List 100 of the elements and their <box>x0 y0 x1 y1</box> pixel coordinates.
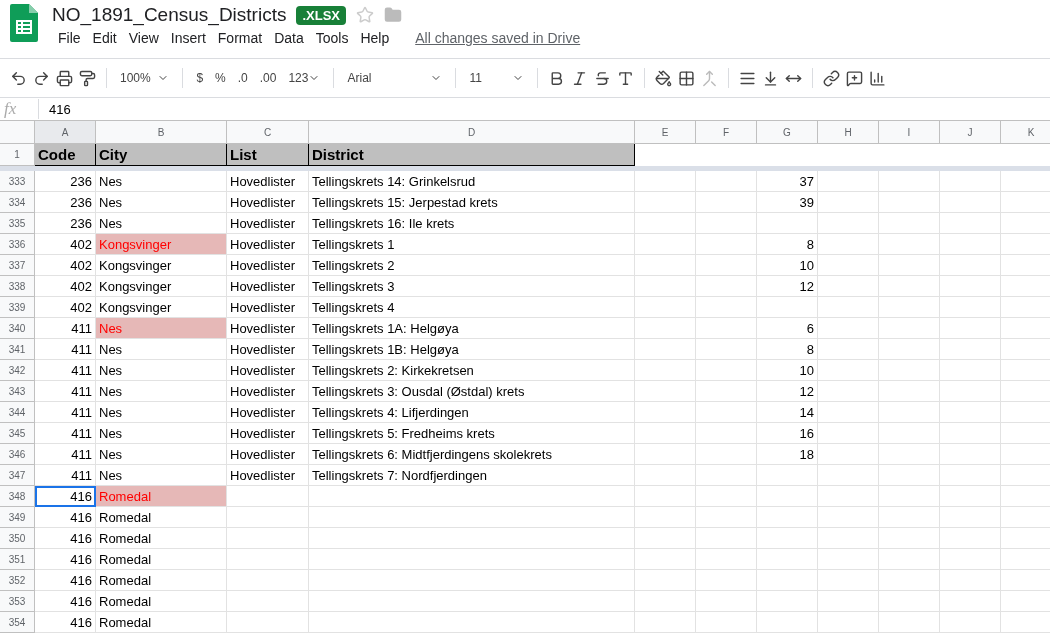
empty-cell[interactable] <box>940 486 1001 507</box>
borders-icon[interactable] <box>678 69 696 87</box>
empty-cell[interactable] <box>818 570 879 591</box>
empty-cell[interactable] <box>879 549 940 570</box>
empty-cell[interactable] <box>757 465 818 486</box>
table-cell[interactable]: Tellingskrets 1B: Helgøya <box>309 339 635 360</box>
merge-icon[interactable] <box>701 69 719 87</box>
row-header[interactable]: 352 <box>0 570 35 591</box>
empty-cell[interactable] <box>227 507 309 528</box>
empty-cell[interactable] <box>940 570 1001 591</box>
table-cell[interactable]: Tellingskrets 1 <box>309 234 635 255</box>
table-cell[interactable]: Nes <box>96 423 227 444</box>
table-cell[interactable]: Tellingskrets 7: Nordfjerdingen <box>309 465 635 486</box>
empty-cell[interactable] <box>818 255 879 276</box>
empty-cell[interactable] <box>940 423 1001 444</box>
table-cell[interactable]: 12 <box>757 276 818 297</box>
row-header[interactable]: 341 <box>0 339 35 360</box>
empty-cell[interactable] <box>940 297 1001 318</box>
empty-cell[interactable] <box>879 192 940 213</box>
empty-cell[interactable] <box>227 612 309 633</box>
empty-cell[interactable] <box>940 444 1001 465</box>
header-cell[interactable]: District <box>309 144 635 166</box>
empty-cell[interactable] <box>818 423 879 444</box>
row-header[interactable]: 338 <box>0 276 35 297</box>
table-cell[interactable]: 416 <box>35 570 96 591</box>
row-header[interactable]: 350 <box>0 528 35 549</box>
empty-cell[interactable] <box>757 507 818 528</box>
empty-cell[interactable] <box>879 444 940 465</box>
table-cell[interactable]: 411 <box>35 381 96 402</box>
empty-cell[interactable] <box>879 234 940 255</box>
corner-cell[interactable] <box>0 121 35 144</box>
empty-cell[interactable] <box>818 507 879 528</box>
empty-cell[interactable] <box>696 402 757 423</box>
empty-cell[interactable] <box>635 297 696 318</box>
table-cell[interactable]: Romedal <box>96 570 227 591</box>
empty-cell[interactable] <box>696 276 757 297</box>
empty-cell[interactable] <box>818 318 879 339</box>
undo-icon[interactable] <box>10 69 27 87</box>
empty-cell[interactable] <box>940 528 1001 549</box>
empty-cell[interactable] <box>227 570 309 591</box>
table-cell[interactable]: Hovedlister <box>227 213 309 234</box>
empty-cell[interactable] <box>818 234 879 255</box>
table-cell[interactable]: 16 <box>757 423 818 444</box>
table-cell[interactable]: 416 <box>35 486 96 507</box>
table-cell[interactable]: Nes <box>96 192 227 213</box>
empty-cell[interactable] <box>818 213 879 234</box>
empty-cell[interactable] <box>818 591 879 612</box>
column-header[interactable]: E <box>635 121 696 144</box>
table-cell[interactable]: Tellingskrets 15: Jerpestad krets <box>309 192 635 213</box>
number-format-dropdown[interactable]: 123 <box>285 69 324 87</box>
empty-cell[interactable] <box>635 591 696 612</box>
table-cell[interactable]: Tellingskrets 4: Lifjerdingen <box>309 402 635 423</box>
menu-item[interactable]: Help <box>354 28 396 48</box>
table-cell[interactable]: 416 <box>35 549 96 570</box>
empty-cell[interactable] <box>879 276 940 297</box>
empty-cell[interactable] <box>818 444 879 465</box>
row-header[interactable]: 346 <box>0 444 35 465</box>
empty-cell[interactable] <box>309 612 635 633</box>
row-header[interactable]: 340 <box>0 318 35 339</box>
row-header[interactable]: 337 <box>0 255 35 276</box>
table-cell[interactable]: Nes <box>96 402 227 423</box>
empty-cell[interactable] <box>818 297 879 318</box>
empty-cell[interactable] <box>879 528 940 549</box>
empty-cell[interactable] <box>940 171 1001 192</box>
empty-cell[interactable] <box>757 486 818 507</box>
empty-cell[interactable] <box>696 444 757 465</box>
menu-item[interactable]: Format <box>211 28 269 48</box>
empty-cell[interactable] <box>940 192 1001 213</box>
empty-cell[interactable] <box>696 591 757 612</box>
empty-cell[interactable] <box>696 255 757 276</box>
table-cell[interactable]: Hovedlister <box>227 381 309 402</box>
menu-item[interactable]: Insert <box>164 28 212 48</box>
empty-cell[interactable] <box>879 423 940 444</box>
empty-cell[interactable] <box>309 486 635 507</box>
empty-cell[interactable] <box>818 486 879 507</box>
empty-cell[interactable] <box>940 360 1001 381</box>
table-cell[interactable]: Hovedlister <box>227 339 309 360</box>
empty-cell[interactable] <box>818 465 879 486</box>
table-cell[interactable]: 411 <box>35 423 96 444</box>
empty-cell[interactable] <box>227 549 309 570</box>
table-cell[interactable]: 8 <box>757 339 818 360</box>
empty-cell[interactable] <box>696 486 757 507</box>
table-cell[interactable]: Tellingskrets 5: Fredheims krets <box>309 423 635 444</box>
menu-item[interactable]: File <box>52 28 87 48</box>
empty-cell[interactable] <box>696 234 757 255</box>
table-cell[interactable]: Tellingskrets 6: Midtfjerdingens skolekrets <box>309 444 635 465</box>
column-header[interactable]: B <box>96 121 227 144</box>
empty-cell[interactable] <box>879 255 940 276</box>
empty-cell[interactable] <box>940 612 1001 633</box>
empty-cell[interactable] <box>757 591 818 612</box>
menu-item[interactable]: Tools <box>309 28 355 48</box>
row-header[interactable]: 345 <box>0 423 35 444</box>
empty-cell[interactable] <box>696 570 757 591</box>
table-cell[interactable]: Romedal <box>96 528 227 549</box>
empty-cell[interactable] <box>879 486 940 507</box>
table-cell[interactable]: 416 <box>35 612 96 633</box>
empty-cell[interactable] <box>757 612 818 633</box>
empty-cell[interactable] <box>635 549 696 570</box>
empty-cell[interactable] <box>818 276 879 297</box>
font-size-dropdown[interactable]: 11 <box>466 69 528 87</box>
